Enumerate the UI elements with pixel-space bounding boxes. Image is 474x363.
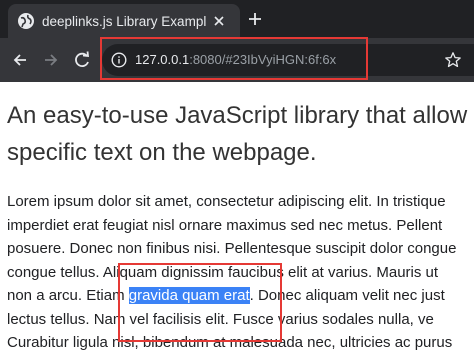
reload-icon[interactable] <box>72 50 92 70</box>
star-icon[interactable] <box>444 51 462 69</box>
tab-strip: deeplinks.js Library Example <box>0 0 474 38</box>
paragraph-line: posuere. Donec non finibus nisi. Pellent… <box>7 240 457 257</box>
globe-icon <box>18 13 34 29</box>
headline-line: specific text on the webpage. <box>7 139 317 166</box>
url-annotation-box <box>100 37 368 80</box>
paragraph-line: Lorem ipsum dolor sit amet, consectetur … <box>7 193 446 210</box>
headline-line: An easy-to-use JavaScript library that a… <box>7 102 468 129</box>
browser-tab[interactable]: deeplinks.js Library Example <box>8 4 240 38</box>
page-headline: An easy-to-use JavaScript library that a… <box>7 97 474 171</box>
text-before-selection: non a arcu. Etiam <box>7 287 129 304</box>
close-icon[interactable] <box>211 13 227 29</box>
paragraph-line: imperdiet erat feugiat nisl ornare maxim… <box>7 216 443 234</box>
plus-icon[interactable] <box>246 10 264 28</box>
tab-title: deeplinks.js Library Example <box>42 14 206 29</box>
arrow-left-icon[interactable] <box>10 50 30 70</box>
arrow-right-icon[interactable] <box>41 50 61 70</box>
selection-annotation-box <box>118 263 282 342</box>
